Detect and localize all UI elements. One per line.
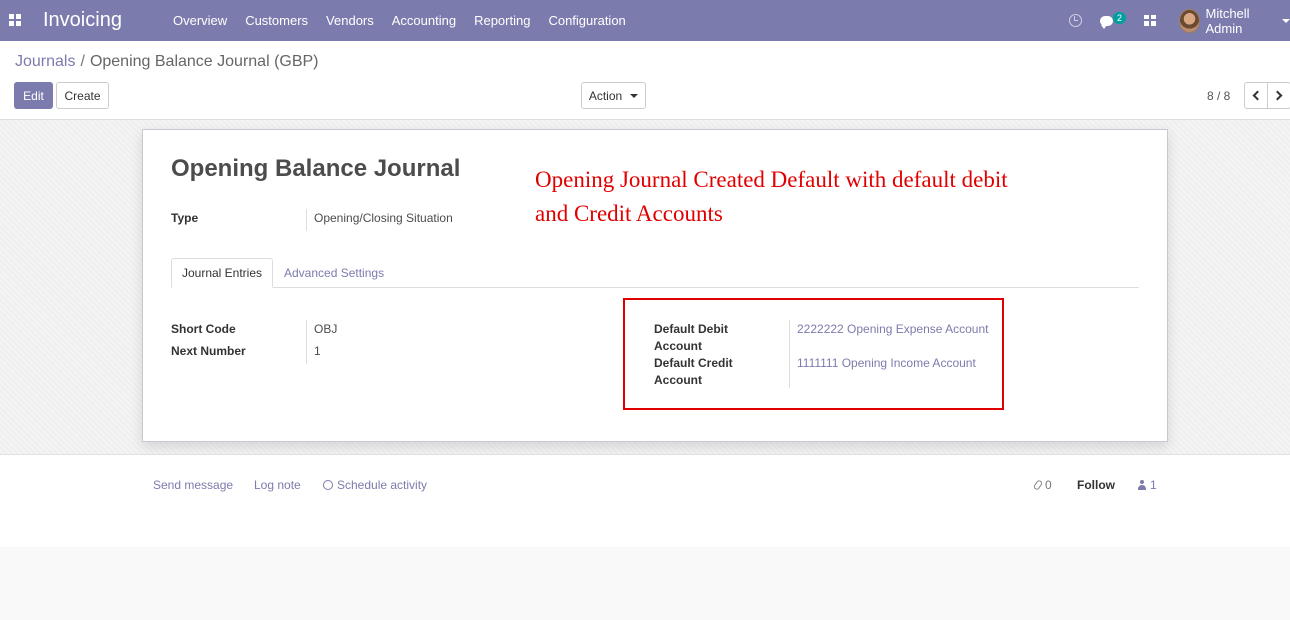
pager-next-button[interactable] <box>1267 82 1290 109</box>
annotation-text: Opening Journal Created Default with def… <box>535 163 1055 231</box>
user-menu[interactable]: Mitchell Admin <box>1179 0 1290 41</box>
field-separator <box>306 320 307 364</box>
chevron-left-icon <box>1252 90 1263 101</box>
breadcrumb-separator: / <box>80 53 85 70</box>
main-menu: Overview Customers Vendors Accounting Re… <box>164 0 635 41</box>
menu-overview[interactable]: Overview <box>164 13 236 28</box>
annotation-line-1: Opening Journal Created Default with def… <box>535 167 1008 192</box>
breadcrumb-journals-link[interactable]: Journals <box>15 53 75 70</box>
control-panel: Journals / Opening Balance Journal (GBP) E… <box>0 41 1290 120</box>
chevron-down-icon <box>1282 18 1290 23</box>
menu-reporting[interactable]: Reporting <box>465 13 539 28</box>
user-name: Mitchell Admin <box>1205 5 1250 36</box>
apps-menu-icon[interactable] <box>9 14 21 26</box>
followers-button[interactable]: 1 <box>1138 478 1157 492</box>
type-value: Opening/Closing Situation <box>314 211 453 225</box>
pager-value[interactable]: 8 / 8 <box>1207 89 1230 103</box>
field-separator <box>306 209 307 231</box>
activity-clock-icon[interactable] <box>1069 0 1082 41</box>
avatar <box>1179 8 1200 33</box>
schedule-activity-button[interactable]: Schedule activity <box>323 478 427 492</box>
schedule-activity-label: Schedule activity <box>337 478 428 492</box>
user-icon <box>1138 480 1146 490</box>
tabs-baseline <box>171 287 1139 288</box>
action-dropdown[interactable]: Action <box>581 82 646 109</box>
edit-button[interactable]: Edit <box>14 82 53 109</box>
clock-icon <box>323 480 333 490</box>
action-label: Action <box>588 88 623 103</box>
next-number-value: 1 <box>314 344 321 358</box>
chatter <box>0 455 1290 547</box>
send-message-button[interactable]: Send message <box>153 478 233 492</box>
messaging-icon[interactable]: 2 <box>1100 0 1127 41</box>
followers-count: 1 <box>1150 478 1157 492</box>
menu-customers[interactable]: Customers <box>236 13 317 28</box>
breadcrumb: Journals / Opening Balance Journal (GBP) <box>15 53 319 71</box>
short-code-label: Short Code <box>171 322 236 336</box>
menu-vendors[interactable]: Vendors <box>317 13 383 28</box>
attachments-count: 0 <box>1045 478 1052 492</box>
log-note-button[interactable]: Log note <box>254 478 301 492</box>
chevron-right-icon <box>1272 90 1283 101</box>
short-code-value: OBJ <box>314 322 338 336</box>
pager-previous-button[interactable] <box>1244 82 1268 109</box>
caret-down-icon <box>630 93 639 98</box>
create-button[interactable]: Create <box>56 82 109 109</box>
paperclip-icon <box>1032 479 1044 491</box>
messages-badge: 2 <box>1113 12 1127 24</box>
menu-configuration[interactable]: Configuration <box>539 13 634 28</box>
breadcrumb-current: Opening Balance Journal (GBP) <box>89 53 319 70</box>
next-number-label: Next Number <box>171 344 246 358</box>
app-name[interactable]: Invoicing <box>43 9 122 32</box>
highlight-box <box>623 298 1004 410</box>
type-label: Type <box>171 211 199 225</box>
top-navbar: Invoicing Overview Customers Vendors Acc… <box>0 0 1290 41</box>
tab-advanced-settings[interactable]: Advanced Settings <box>284 266 384 280</box>
menu-accounting[interactable]: Accounting <box>383 13 465 28</box>
follow-button[interactable]: Follow <box>1077 478 1115 492</box>
attachments-button[interactable]: 0 <box>1032 478 1052 492</box>
annotation-line-2: and Credit Accounts <box>535 201 723 226</box>
gift-icon[interactable] <box>1144 0 1156 41</box>
journal-title: Opening Balance Journal <box>171 155 461 182</box>
tab-journal-entries[interactable]: Journal Entries <box>171 258 273 288</box>
